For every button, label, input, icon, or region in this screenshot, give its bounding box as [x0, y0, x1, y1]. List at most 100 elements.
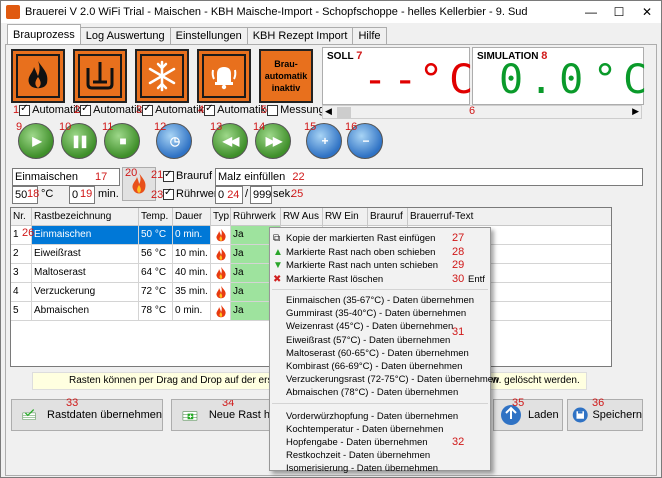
speichern-button[interactable]: Speichern 36 [567, 397, 643, 431]
laden-button[interactable]: Laden 35 [493, 397, 563, 431]
alarm-automatik[interactable]: 4Automatik [198, 103, 266, 117]
neue-rast-button[interactable]: Neue Rast h 34 [171, 399, 271, 431]
neue-rast-label: Neue Rast h [208, 409, 270, 421]
cooling-indicator[interactable] [135, 49, 189, 103]
table-cell[interactable]: 3 [11, 264, 32, 283]
heating-automatik[interactable]: 1Automatik [13, 103, 81, 117]
menu-item-1[interactable]: ▲ Markierte Rast nach oben schieben 28 [270, 246, 490, 259]
table-cell[interactable] [211, 264, 231, 283]
callout-9: 9 [16, 121, 23, 133]
menu-rast-item[interactable]: Kombirast (66-69°C) - Daten übernehmen [270, 360, 490, 373]
table-cell[interactable]: Maltoserast [32, 264, 139, 283]
menu-rast-item[interactable]: Einmaischen (35-67°C) - Daten übernehmen [270, 294, 490, 307]
table-cell[interactable]: 0 min. [173, 226, 211, 245]
scroll-thumb[interactable] [337, 107, 351, 118]
cooling-checkbox[interactable] [142, 103, 154, 116]
menu-wuerze-item[interactable]: Isomerisierung - Daten übernehmen [270, 462, 490, 475]
column-header-9[interactable]: Brauerruf-Text [408, 208, 611, 226]
rast-name-input[interactable]: Einmaischen 17 [12, 168, 120, 186]
column-header-5[interactable]: Rührwerk [231, 208, 281, 226]
callout-35: 35 [512, 397, 525, 409]
tab-brauprozess[interactable]: Brauprozess [7, 24, 81, 44]
rw-off-input[interactable]: 9999 [250, 186, 272, 204]
table-cell[interactable]: 72 °C [139, 283, 173, 302]
menu-item-3[interactable]: ✖ Markierte Rast löschen 30 Entf [270, 273, 490, 286]
minimize-button[interactable]: — [577, 1, 605, 23]
column-header-8[interactable]: Brauruf [368, 208, 408, 226]
table-cell[interactable]: 56 °C [139, 245, 173, 264]
tab-einstellungen[interactable]: Einstellungen [169, 27, 248, 44]
table-cell[interactable]: Eiweißrast [32, 245, 139, 264]
table-cell[interactable]: Einmaischen [32, 226, 139, 245]
brauruf-checkbox[interactable] [163, 169, 174, 182]
table-cell[interactable] [211, 283, 231, 302]
menu-rast-item[interactable]: Abmaischen (78°C) - Daten übernehmen [270, 386, 490, 399]
title-bar: Brauerei V 2.0 WiFi Trial - Maischen - K… [1, 1, 661, 23]
table-cell[interactable]: 40 min. [173, 264, 211, 283]
remove-icon: − [362, 134, 369, 148]
play-button[interactable]: ▶ [18, 123, 54, 159]
table-cell[interactable]: 10 min. [173, 245, 211, 264]
heating-checkbox[interactable] [19, 103, 31, 116]
table-cell[interactable]: 5 [11, 302, 32, 321]
stirrer-checkbox[interactable] [80, 103, 92, 116]
dauer-unit: min. [98, 188, 119, 200]
alarm-checkbox[interactable] [204, 103, 216, 116]
menu-wuerze-item[interactable]: Kochtemperatur - Daten übernehmen [270, 423, 490, 436]
table-cell[interactable] [211, 245, 231, 264]
menu-item-label: Eiweißrast (57°C) - Daten übernehmen [286, 334, 451, 346]
rastdaten-uebernehmen-button[interactable]: Rastdaten übernehmen 33 [11, 397, 163, 431]
tab-log-auswertung[interactable]: Log Auswertung [79, 27, 171, 44]
menu-wuerze-item[interactable]: Restkochzeit - Daten übernehmen [270, 449, 490, 462]
table-cell[interactable] [211, 302, 231, 321]
table-cell[interactable]: 2 [11, 245, 32, 264]
rw-on-input[interactable]: 0 24 [215, 186, 243, 204]
table-cell[interactable]: 35 min. [173, 283, 211, 302]
menu-rast-item[interactable]: Maltoserast (60-65°C) - Daten übernehmen [270, 347, 490, 360]
tab-kbh-rezept-import[interactable]: KBH Rezept Import [246, 27, 354, 44]
close-button[interactable]: ✕ [633, 1, 661, 23]
brauruf-text-input[interactable]: Malz einfüllen 22 [215, 168, 643, 186]
column-header-2[interactable]: Temp. [139, 208, 173, 226]
table-cell[interactable] [211, 226, 231, 245]
table-cell[interactable]: 64 °C [139, 264, 173, 283]
maximize-button[interactable]: ☐ [605, 1, 633, 23]
menu-item-2[interactable]: ▼ Markierte Rast nach unten schieben 29 [270, 259, 490, 272]
messung-option[interactable]: 5 Messung [261, 104, 325, 116]
cooling-automatik[interactable]: 3Automatik [136, 103, 204, 117]
alarm-indicator[interactable] [197, 49, 251, 103]
scroll-right-icon[interactable]: ▶ [632, 106, 639, 117]
brauautomatik-status[interactable]: Brau- automatik inaktiv [259, 49, 313, 103]
menu-shortcut: Entf [468, 273, 485, 285]
brauruf-option[interactable]: Brauruf [163, 169, 212, 182]
column-header-7[interactable]: RW Ein [323, 208, 368, 226]
table-cell[interactable]: 50 °C [139, 226, 173, 245]
stirrer-indicator[interactable] [73, 49, 127, 103]
stirrer-automatik[interactable]: 2Automatik [74, 103, 142, 117]
table-cell[interactable]: Verzuckerung [32, 283, 139, 302]
menu-wuerze-item[interactable]: Vorderwürzhopfung - Daten übernehmen [270, 410, 490, 423]
menu-item-0[interactable]: ⧉ Kopie der markierten Rast einfügen 27 [270, 232, 490, 245]
table-cell[interactable]: 0 min. [173, 302, 211, 321]
menu-item-label: Vorderwürzhopfung - Daten übernehmen [286, 410, 459, 422]
column-header-4[interactable]: Typ [211, 208, 231, 226]
table-cell[interactable]: 4 [11, 283, 32, 302]
ruehrwerk-checkbox[interactable] [163, 187, 174, 200]
column-header-0[interactable]: Nr. [11, 208, 32, 226]
column-header-1[interactable]: Rastbezeichnung [32, 208, 139, 226]
callout-25: 25 [291, 188, 304, 200]
column-header-3[interactable]: Dauer [173, 208, 211, 226]
scroll-left-icon[interactable]: ◀ [325, 106, 332, 117]
table-cell[interactable]: Abmaischen [32, 302, 139, 321]
messung-checkbox[interactable] [267, 104, 279, 116]
callout-12: 12 [154, 121, 167, 133]
callout-21: 21 [151, 169, 164, 181]
menu-rast-item[interactable]: Gummirast (35-40°C) - Daten übernehmen [270, 307, 490, 320]
table-cell[interactable]: 78 °C [139, 302, 173, 321]
tab-hilfe[interactable]: Hilfe [352, 27, 387, 44]
heating-indicator[interactable] [11, 49, 65, 103]
menu-rast-item[interactable]: Verzuckerungsrast (72-75°C) - Daten über… [270, 373, 498, 386]
simulation-scrollbar[interactable]: ◀ 6 ▶ [322, 105, 642, 119]
flame-icon [215, 229, 226, 242]
column-header-6[interactable]: RW Aus [281, 208, 323, 226]
